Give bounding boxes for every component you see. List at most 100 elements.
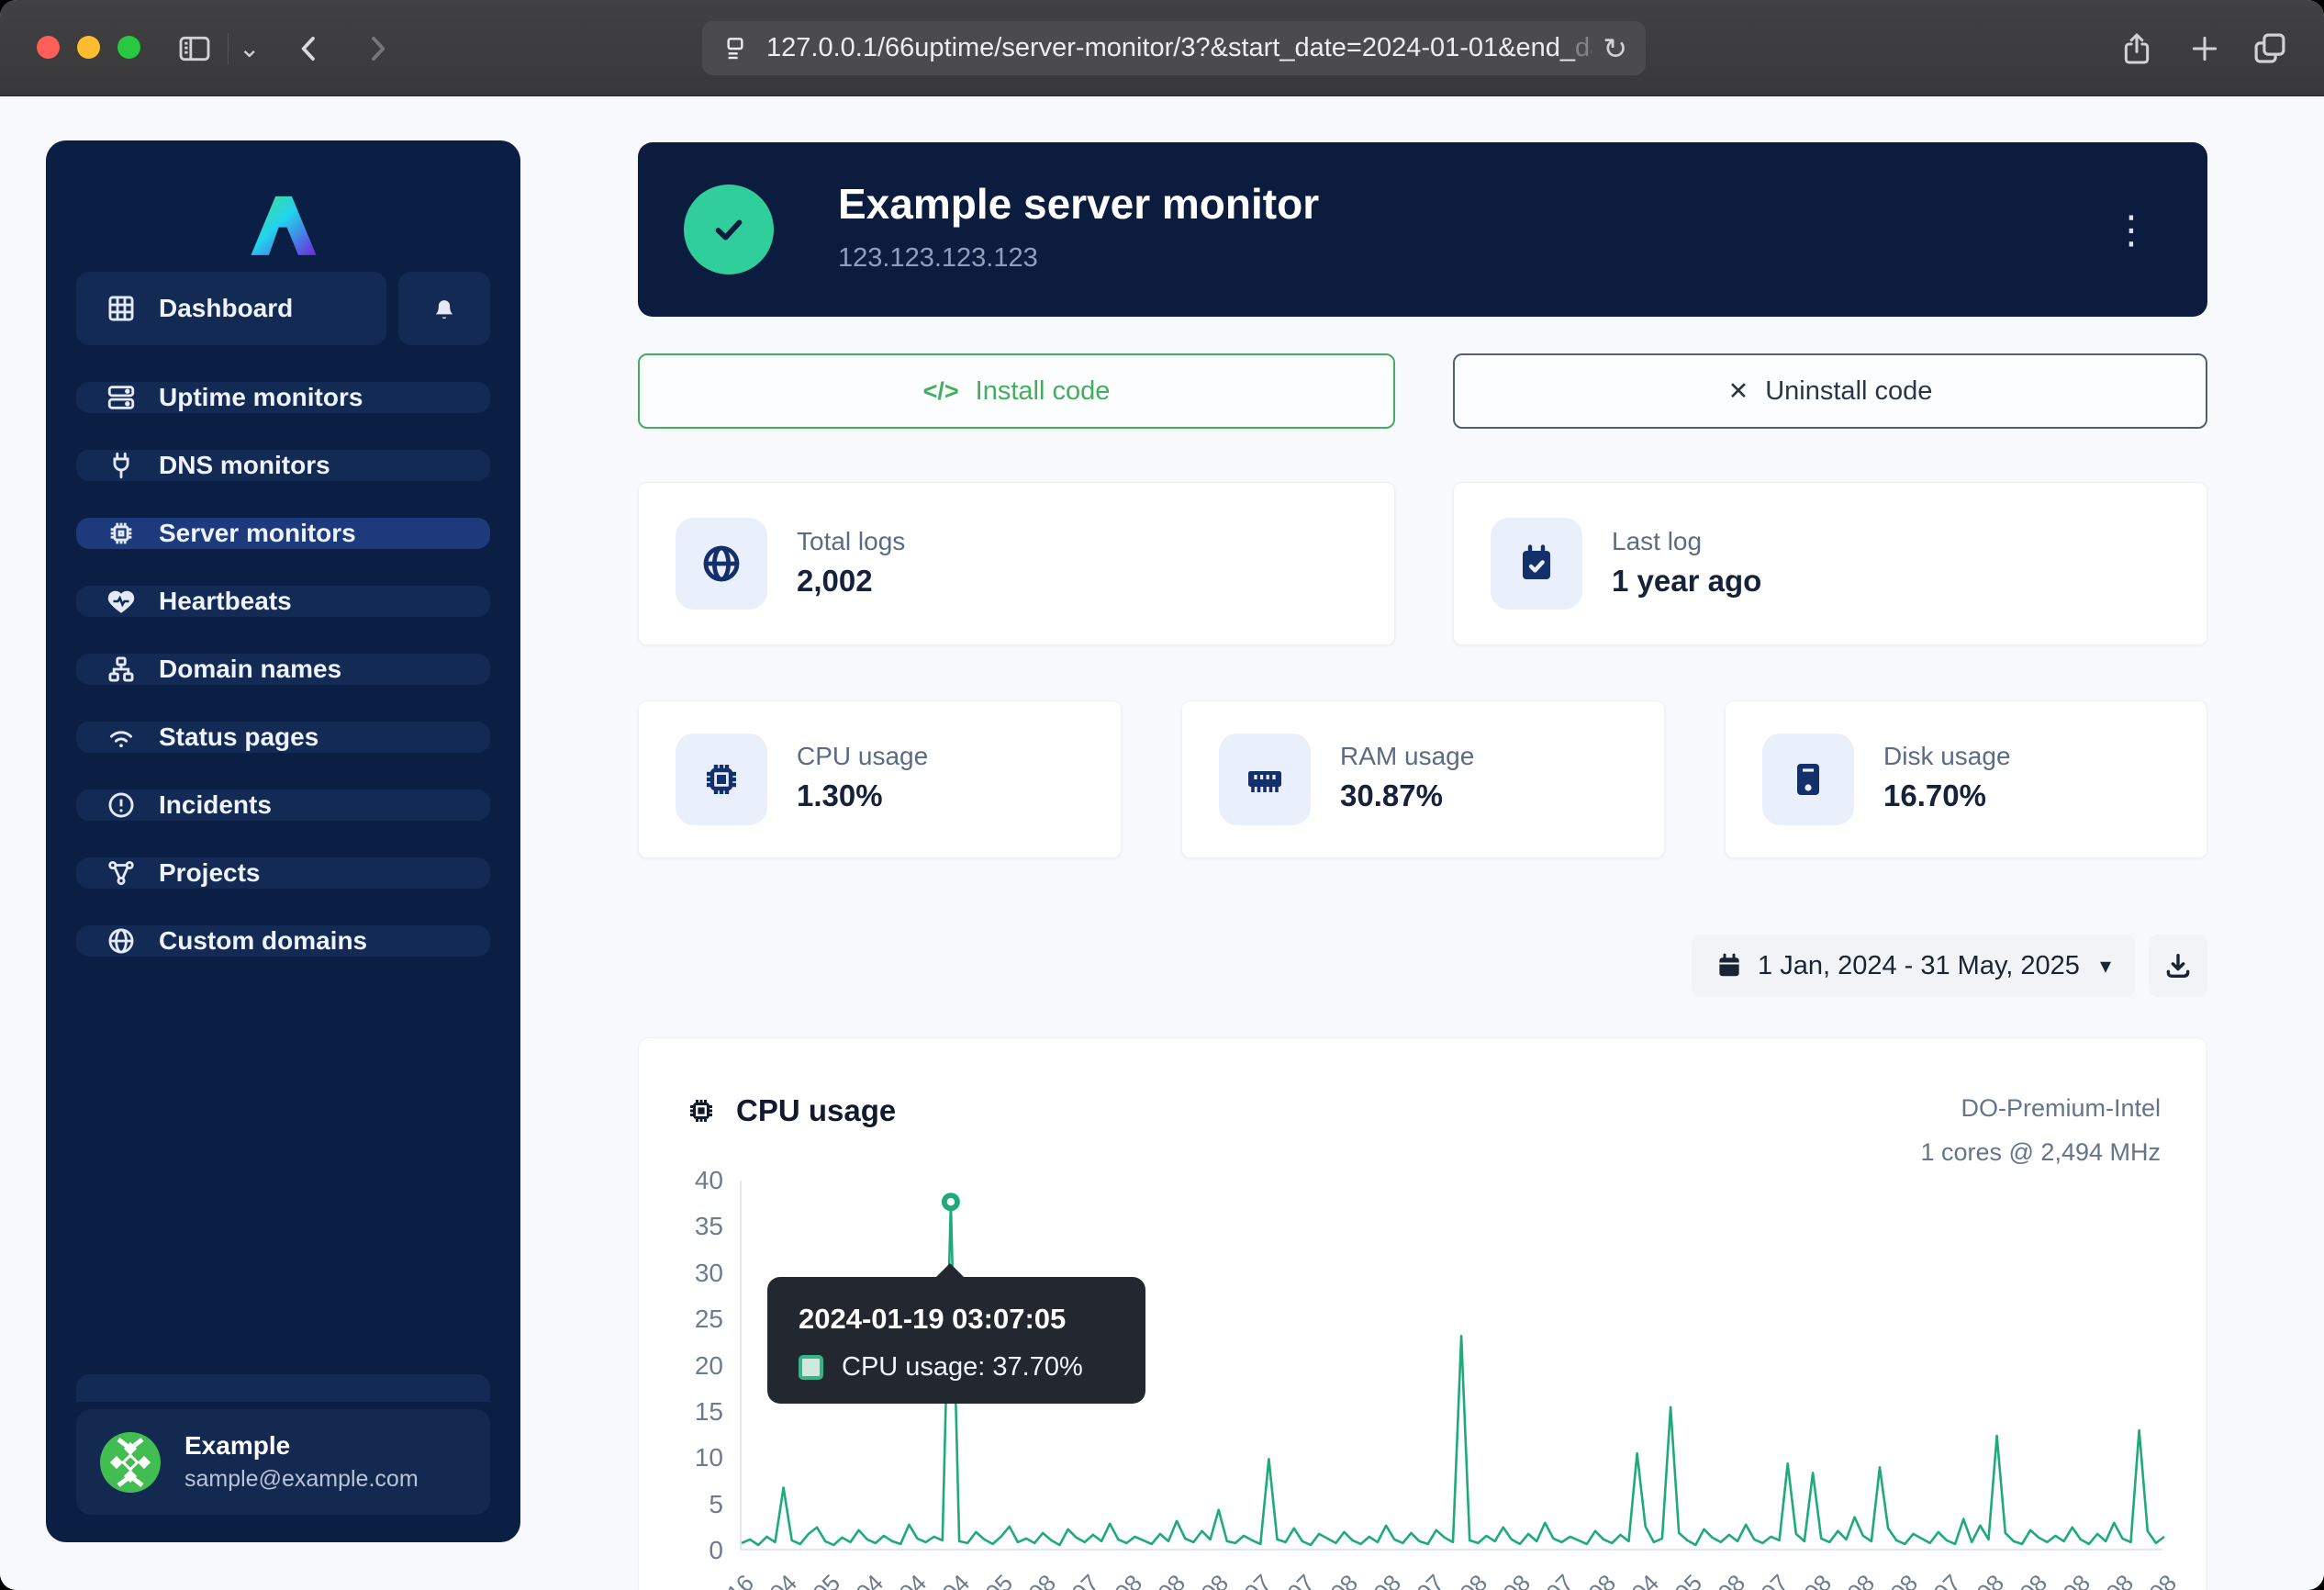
sidebar-item-dns-monitors[interactable]: DNS monitors	[76, 450, 490, 481]
sidebar-item-custom-domains[interactable]: Custom domains	[76, 925, 490, 957]
status-ok-icon	[684, 185, 774, 274]
traffic-lights	[37, 36, 140, 59]
sidebar-item-partial[interactable]	[76, 1374, 490, 1402]
series-swatch-icon	[799, 1355, 823, 1380]
sidebar-item-label: Uptime monitors	[159, 383, 363, 412]
stat-value: 2,002	[797, 564, 873, 599]
y-tick-label: 30	[639, 1259, 723, 1288]
sidebar-item-uptime-monitors[interactable]: Uptime monitors	[76, 382, 490, 413]
sidebar-item-label: Server monitors	[159, 519, 356, 548]
uninstall-code-button[interactable]: ✕ Uninstall code	[1453, 353, 2207, 429]
y-tick-label: 15	[639, 1397, 723, 1427]
download-chart-button[interactable]	[2149, 935, 2207, 997]
ram-usage-card: RAM usage 30.87%	[1181, 700, 1665, 858]
notifications-button[interactable]	[398, 272, 490, 345]
browser-toolbar: ⌄ 127.0.0.1/66uptime/server-monitor/3?&s…	[0, 0, 2324, 96]
signal-icon	[106, 722, 137, 753]
tooltip-arrow	[934, 1263, 966, 1279]
profile-name: Example	[184, 1431, 419, 1461]
minimize-window-button[interactable]	[77, 36, 100, 59]
grid-icon	[106, 293, 137, 324]
y-tick-label: 5	[639, 1490, 723, 1519]
profile-card[interactable]: Example sample@example.com	[76, 1409, 490, 1515]
chart-title-row: CPU usage	[685, 1093, 896, 1128]
cpu-chip-icon	[685, 1094, 718, 1127]
server-meta: DO-Premium-Intel 1 cores @ 2,494 MHz	[1920, 1086, 2161, 1174]
reload-icon[interactable]: ↻	[1603, 31, 1627, 66]
forward-icon[interactable]	[360, 0, 395, 96]
url-bar[interactable]: 127.0.0.1/66uptime/server-monitor/3?&sta…	[702, 21, 1646, 75]
tooltip-value: CPU usage: 37.70%	[842, 1352, 1083, 1383]
kebab-menu-icon[interactable]: ⋮	[2103, 198, 2160, 262]
stat-label: CPU usage	[797, 742, 928, 771]
zoom-window-button[interactable]	[117, 36, 140, 59]
y-tick-label: 10	[639, 1443, 723, 1472]
page-content: Dashboard Uptime monitors DNS monitors	[0, 96, 2324, 1590]
sidebar-toggle-icon[interactable]	[176, 0, 213, 96]
alert-circle-icon	[106, 789, 137, 821]
sidebar-nav: Dashboard Uptime monitors DNS monitors	[76, 272, 490, 957]
toolbar-divider	[228, 33, 229, 64]
chevron-down-icon[interactable]: ⌄	[239, 0, 260, 96]
sidebar-item-label: Domain names	[159, 655, 341, 684]
close-window-button[interactable]	[37, 36, 60, 59]
y-tick-label: 20	[639, 1351, 723, 1381]
sidebar-item-label: DNS monitors	[159, 451, 330, 480]
app-logo	[46, 188, 520, 262]
stat-value: 1.30%	[797, 778, 883, 813]
sidebar-item-dashboard[interactable]: Dashboard	[76, 272, 386, 345]
sidebar-item-domain-names[interactable]: Domain names	[76, 654, 490, 685]
date-range-label: 1 Jan, 2024 - 31 May, 2025	[1758, 951, 2080, 981]
y-tick-label: 25	[639, 1304, 723, 1334]
sidebar-item-projects[interactable]: Projects	[76, 857, 490, 889]
sidebar-item-label: Incidents	[159, 790, 272, 820]
y-tick-label: 0	[639, 1536, 723, 1565]
date-range-button[interactable]: 1 Jan, 2024 - 31 May, 2025 ▾	[1692, 935, 2135, 997]
page-reader-icon	[721, 34, 750, 63]
monitor-ip: 123.123.123.123	[838, 243, 1038, 274]
share-icon[interactable]	[2118, 0, 2155, 96]
nodes-icon	[106, 857, 137, 889]
stat-label: RAM usage	[1340, 742, 1474, 771]
server-plan: DO-Premium-Intel	[1920, 1086, 2161, 1130]
sidebar-item-label: Projects	[159, 858, 261, 888]
url-text: 127.0.0.1/66uptime/server-monitor/3?&sta…	[766, 33, 1592, 63]
disk-icon	[1762, 733, 1854, 825]
sitemap-icon	[106, 654, 137, 685]
calendar-check-icon	[1491, 518, 1582, 610]
bell-icon	[429, 293, 460, 324]
globe-icon	[676, 518, 767, 610]
cpu-chip-icon	[676, 733, 767, 825]
disk-usage-card: Disk usage 16.70%	[1725, 700, 2207, 858]
download-icon	[2162, 950, 2194, 981]
sidebar-item-incidents[interactable]: Incidents	[76, 789, 490, 821]
uninstall-code-label: Uninstall code	[1765, 376, 1932, 407]
heart-pulse-icon	[106, 586, 137, 617]
y-tick-label: 35	[639, 1212, 723, 1241]
page-title: Example server monitor	[838, 179, 1319, 229]
server-stack-icon	[106, 382, 137, 413]
avatar	[100, 1432, 161, 1493]
stat-value: 30.87%	[1340, 778, 1443, 813]
new-tab-icon[interactable]	[2186, 0, 2223, 96]
chart-title: CPU usage	[736, 1093, 896, 1128]
sidebar-item-label: Heartbeats	[159, 587, 292, 616]
sidebar-item-label: Custom domains	[159, 926, 367, 956]
sidebar-item-status-pages[interactable]: Status pages	[76, 722, 490, 753]
sidebar-item-heartbeats[interactable]: Heartbeats	[76, 586, 490, 617]
stat-label: Total logs	[797, 527, 905, 556]
stat-value: 16.70%	[1883, 778, 1986, 813]
plug-icon	[106, 450, 137, 481]
tab-overview-icon[interactable]	[2251, 0, 2289, 96]
sidebar-item-server-monitors[interactable]: Server monitors	[76, 518, 490, 549]
sidebar-item-label: Dashboard	[159, 294, 293, 323]
monitor-header-card: Example server monitor 123.123.123.123 ⋮	[638, 142, 2207, 317]
stat-value: 1 year ago	[1612, 564, 1761, 599]
profile-text: Example sample@example.com	[184, 1431, 419, 1493]
install-code-button[interactable]: </> Install code	[638, 353, 1395, 429]
stat-label: Last log	[1612, 527, 1702, 556]
cpu-usage-chart-card: CPU usage DO-Premium-Intel 1 cores @ 2,4…	[638, 1037, 2207, 1590]
back-icon[interactable]	[292, 0, 327, 96]
total-logs-card: Total logs 2,002	[638, 482, 1395, 645]
peak-marker-inner	[947, 1198, 955, 1205]
